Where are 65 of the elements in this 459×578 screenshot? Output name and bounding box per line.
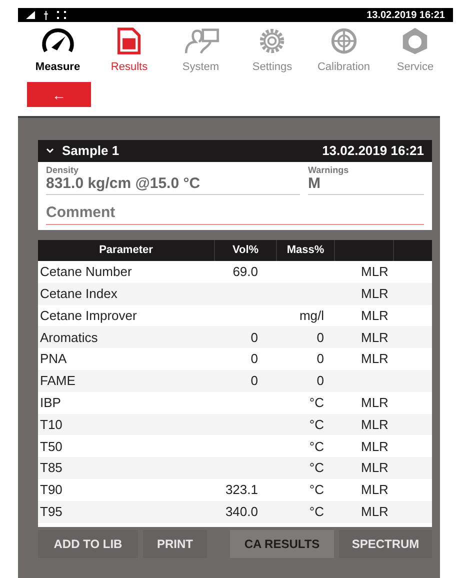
table-cell: 323.1 [225,482,258,498]
nav-tab[interactable]: Results [94,22,165,82]
column-header: Vol% [232,243,259,258]
settings-icon [258,26,286,56]
table-cell: Aromatics [40,330,98,345]
table-cell: T95 [40,504,62,519]
sample-title: Sample 1 [62,142,120,160]
table-cell: T85 [40,460,62,476]
table-cell: 0 [316,373,324,388]
table-cell: MLR [361,308,388,323]
table-cell: MLR [361,264,388,280]
warnings-value: M [308,175,322,193]
table-cell: MLR [361,351,388,366]
table-cell: MLR [361,416,388,432]
sample-header[interactable]: Sample 1 13.02.2019 16:21 [38,140,432,162]
table-cell: PNA [40,351,67,366]
action-button[interactable]: ADD TO LIB [38,530,138,558]
crosshair-icon [330,26,358,56]
density-value: 831.0 kg/cm @15.0 °C [46,175,202,193]
column-header: Parameter [99,243,153,258]
table-cell: 0 [316,351,324,366]
table-cell: °C [309,438,324,454]
action-button[interactable]: PRINT [143,530,207,558]
chevron-icon[interactable] [46,148,54,154]
table-cell: Cetane Improver [40,308,137,323]
table-cell: °C [309,416,324,432]
field-label: Warnings [308,165,350,175]
document-icon [117,26,142,56]
table-cell: 0 [250,351,258,366]
table-cell: IBP [40,394,61,410]
hex-nut-icon [401,26,430,56]
table-cell: FAME [40,373,76,388]
table-cell: MLR [361,438,388,454]
field-label: Density [46,165,80,175]
table-cell: T50 [40,438,62,454]
table-cell: 0 [250,330,258,345]
table-cell: mg/l [299,308,324,323]
status-time: 13.02.2019 16:21 [366,8,445,22]
signal-icon [26,11,35,19]
comment-field[interactable]: Comment [46,202,424,225]
table-cell: °C [309,504,324,519]
table-cell: °C [309,460,324,476]
table-cell: Cetane Index [40,286,118,301]
table-cell: MLR [361,330,388,345]
table-cell: MLR [361,394,388,410]
table-cell: MLR [361,482,388,498]
table-cell: T90 [40,482,62,498]
table-cell: MLR [361,286,388,301]
column-header: Mass% [286,243,324,258]
nav-tab[interactable]: Measure [22,22,94,82]
action-button[interactable]: SPECTRUM [339,530,432,558]
table-cell: MLR [361,460,388,476]
back-button[interactable]: ← [27,82,91,107]
table-cell: 69.0 [232,264,258,280]
sample-time: 13.02.2019 16:21 [322,142,424,160]
table-cell: 0 [316,330,324,345]
action-button[interactable]: CA RESULTS [230,530,334,558]
table-cell: 340.0 [225,504,258,519]
table-cell: MLR [361,504,388,519]
table-cell: 0 [250,373,258,388]
table-cell: °C [309,482,324,498]
table-cell: T10 [40,416,62,432]
network-icon [57,11,66,19]
table-cell: Cetane Number [40,264,132,280]
table-cell: °C [309,394,324,410]
